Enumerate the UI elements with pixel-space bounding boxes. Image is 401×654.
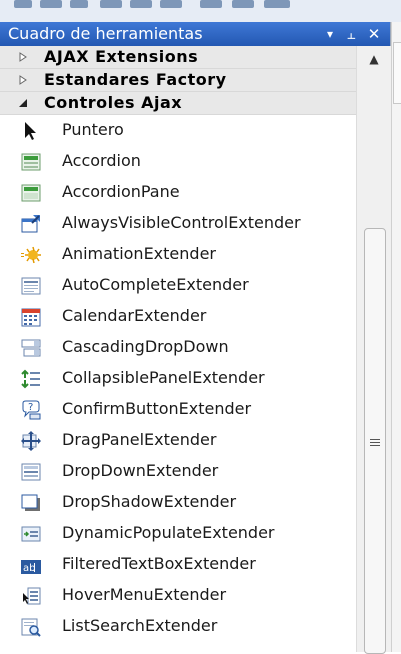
toolbox-item[interactable]: AlwaysVisibleControlExtender [0,206,356,237]
window-position-dropdown-icon[interactable]: ▾ [320,24,340,44]
expand-triangle-icon[interactable] [18,75,28,85]
toolbox-item[interactable]: AccordionPane [0,175,356,206]
item-label: AlwaysVisibleControlExtender [62,213,301,232]
drop-shadow-icon [20,492,42,514]
category-label: AJAX Extensions [44,47,199,66]
pointer-icon [20,120,42,142]
toolbar-icon[interactable] [200,0,222,8]
toolbar-icon[interactable] [40,0,62,8]
category-label: Controles Ajax [44,93,183,112]
toolbox-item[interactable]: ? ConfirmButtonExtender [0,392,356,423]
toolbar-icon[interactable] [160,0,182,8]
editor-edge [391,22,401,652]
collapsible-panel-icon [20,368,42,390]
toolbox-category[interactable]: Controles Ajax [0,92,356,115]
dropdown-extender-icon [20,461,42,483]
editor-tab-edge [393,42,401,104]
toolbar-icon[interactable] [100,0,122,8]
toolbox-item[interactable]: CollapsiblePanelExtender [0,361,356,392]
toolbox-item[interactable]: AutoCompleteExtender [0,268,356,299]
item-label: CollapsiblePanelExtender [62,368,265,387]
toolbox-category[interactable]: AJAX Extensions [0,46,356,69]
accordion-pane-icon [20,182,42,204]
toolbox-list: AJAX Extensions Estandares Factory Control… [0,46,356,652]
item-label: HoverMenuExtender [62,585,227,604]
hover-menu-icon [20,585,42,607]
item-label: AnimationExtender [62,244,216,263]
item-label: DropDownExtender [62,461,219,480]
expand-triangle-icon[interactable] [18,52,28,62]
filtered-textbox-icon: ab [20,554,42,576]
toolbar-icon[interactable] [130,0,152,8]
close-icon[interactable]: ✕ [364,24,384,44]
toolbox-panel: Cuadro de herramientas ▾ ⫠ ✕ AJAX Extens… [0,22,391,654]
toolbox-titlebar: Cuadro de herramientas ▾ ⫠ ✕ [0,22,390,46]
toolbox-item[interactable]: DynamicPopulateExtender [0,516,356,547]
item-label: Accordion [62,151,141,170]
thumb-grip [370,439,380,440]
toolbox-item[interactable]: Puntero [0,113,356,144]
svg-text:ab: ab [23,563,35,574]
svg-text:?: ? [28,402,33,413]
toolbox-item[interactable]: DropDownExtender [0,454,356,485]
toolbox-item[interactable]: DragPanelExtender [0,423,356,454]
toolbox-item[interactable]: ListSearchExtender [0,609,356,640]
toolbar-icon[interactable] [232,0,254,8]
dynamic-populate-icon [20,523,42,545]
calendar-icon [20,306,42,328]
toolbox-item[interactable]: CalendarExtender [0,299,356,330]
item-label: CascadingDropDown [62,337,229,356]
item-label: Puntero [62,120,124,139]
toolbox-item[interactable]: HoverMenuExtender [0,578,356,609]
toolbox-item[interactable]: DropShadowExtender [0,485,356,516]
toolbar-icon[interactable] [70,0,88,8]
item-label: DropShadowExtender [62,492,237,511]
auto-hide-pin-icon[interactable]: ⫠ [341,24,361,44]
vertical-scrollbar[interactable]: ▲ [356,46,391,654]
item-label: AccordionPane [62,182,180,201]
item-label: DragPanelExtender [62,430,217,449]
ide-toolbar [0,0,401,23]
toolbox-item[interactable]: Accordion [0,144,356,175]
drag-panel-icon [20,430,42,452]
confirm-button-icon: ? [20,399,42,421]
item-label: DynamicPopulateExtender [62,523,275,542]
scrollbar-thumb[interactable] [364,228,386,654]
scroll-up-icon[interactable]: ▲ [361,48,387,70]
item-label: ConfirmButtonExtender [62,399,252,418]
item-label: CalendarExtender [62,306,207,325]
toolbox-category[interactable]: Estandares Factory [0,69,356,92]
cascading-dropdown-icon [20,337,42,359]
collapse-triangle-icon[interactable] [18,98,28,108]
toolbar-icon[interactable] [14,0,32,8]
list-search-icon [20,616,42,638]
toolbar-icon[interactable] [264,0,290,8]
toolbox-item[interactable]: ab FilteredTextBoxExtender [0,547,356,578]
item-label: FilteredTextBoxExtender [62,554,256,573]
toolbox-item[interactable]: AnimationExtender [0,237,356,268]
item-label: AutoCompleteExtender [62,275,249,294]
thumb-grip [370,445,380,446]
toolbox-title: Cuadro de herramientas [8,24,203,43]
item-label: ListSearchExtender [62,616,218,635]
autocomplete-icon [20,275,42,297]
accordion-icon [20,151,42,173]
toolbox-item[interactable]: CascadingDropDown [0,330,356,361]
animation-icon [20,244,42,266]
category-label: Estandares Factory [44,70,227,89]
always-visible-icon [20,213,42,235]
thumb-grip [370,442,380,443]
